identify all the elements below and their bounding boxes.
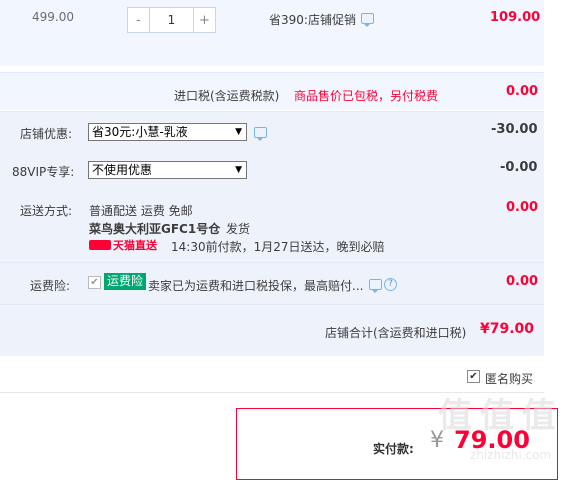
vip-selected: 不使用优惠 <box>92 163 153 177</box>
shipping-ship-word: 发货 <box>226 222 251 236</box>
help-icon[interactable]: ? <box>384 278 397 291</box>
quantity-stepper[interactable]: - 1 + <box>127 7 216 33</box>
item-subtotal: 109.00 <box>490 10 541 25</box>
shop-discount-value: -30.00 <box>491 122 538 137</box>
chat-icon[interactable] <box>254 127 267 141</box>
insurance-checkbox[interactable]: ✔ <box>88 276 101 289</box>
tax-label: 进口税(含运费税款) <box>174 89 280 103</box>
tax-value: 0.00 <box>506 84 539 99</box>
shipping-method: 普通配送 运费 免邮 <box>89 204 193 218</box>
tax-note: 商品售价已包税，另付税费 <box>294 89 439 103</box>
tmall-logo-icon <box>89 239 111 250</box>
tmall-direct-text: 天猫直送 <box>113 238 157 252</box>
shop-discount-label: 店铺优惠: <box>20 127 73 141</box>
vip-label: 88VIP专享: <box>12 165 75 179</box>
insurance-label: 运费险: <box>30 279 71 293</box>
shipping-value: 0.00 <box>506 200 539 215</box>
insurance-value: 0.00 <box>506 274 539 289</box>
shop-total-value: ¥79.00 <box>480 321 535 337</box>
quantity-decrease-button[interactable]: - <box>128 8 149 32</box>
anonymous-label: 匿名购买 <box>485 372 534 386</box>
watermark-text: 值 值 值 <box>438 396 556 436</box>
shop-discount-select[interactable]: 省30元:小慧-乳液 ▼ <box>88 123 247 141</box>
unit-price: 499.00 <box>32 10 74 24</box>
shop-total-label: 店铺合计(含运费和进口税) <box>325 326 467 340</box>
quantity-increase-button[interactable]: + <box>194 8 215 32</box>
shop-discount-selected: 省30元:小慧-乳液 <box>92 125 188 139</box>
chevron-down-icon: ▼ <box>235 165 242 175</box>
shipping-eta: 14:30前付款，1月27日送达，晚到必赔 <box>171 240 385 254</box>
quantity-input[interactable]: 1 <box>149 8 194 32</box>
divider <box>0 262 544 263</box>
chat-icon[interactable] <box>369 279 382 293</box>
shipping-label: 运送方式: <box>20 204 73 218</box>
final-label: 实付款: <box>373 442 414 456</box>
vip-select[interactable]: 不使用优惠 ▼ <box>88 161 247 179</box>
watermark-sub: zhizhizhi.com <box>470 448 552 462</box>
promo-text: 省390:店铺促销 <box>269 13 356 27</box>
vip-value: -0.00 <box>500 160 538 175</box>
anonymous-checkbox[interactable]: ✔ <box>467 370 480 383</box>
divider <box>0 304 544 305</box>
shipping-warehouse: 菜鸟奥大利亚GFC1号仓 <box>89 222 221 236</box>
chat-icon[interactable] <box>361 13 374 27</box>
options-panel <box>0 112 544 356</box>
insurance-badge: 运费险 <box>104 273 147 290</box>
insurance-text: 卖家已为运费和进口税投保，最高赔付... <box>148 279 364 293</box>
tmall-direct-badge: 天猫直送 <box>89 238 157 252</box>
chevron-down-icon: ▼ <box>235 127 242 137</box>
item-row <box>0 0 544 66</box>
